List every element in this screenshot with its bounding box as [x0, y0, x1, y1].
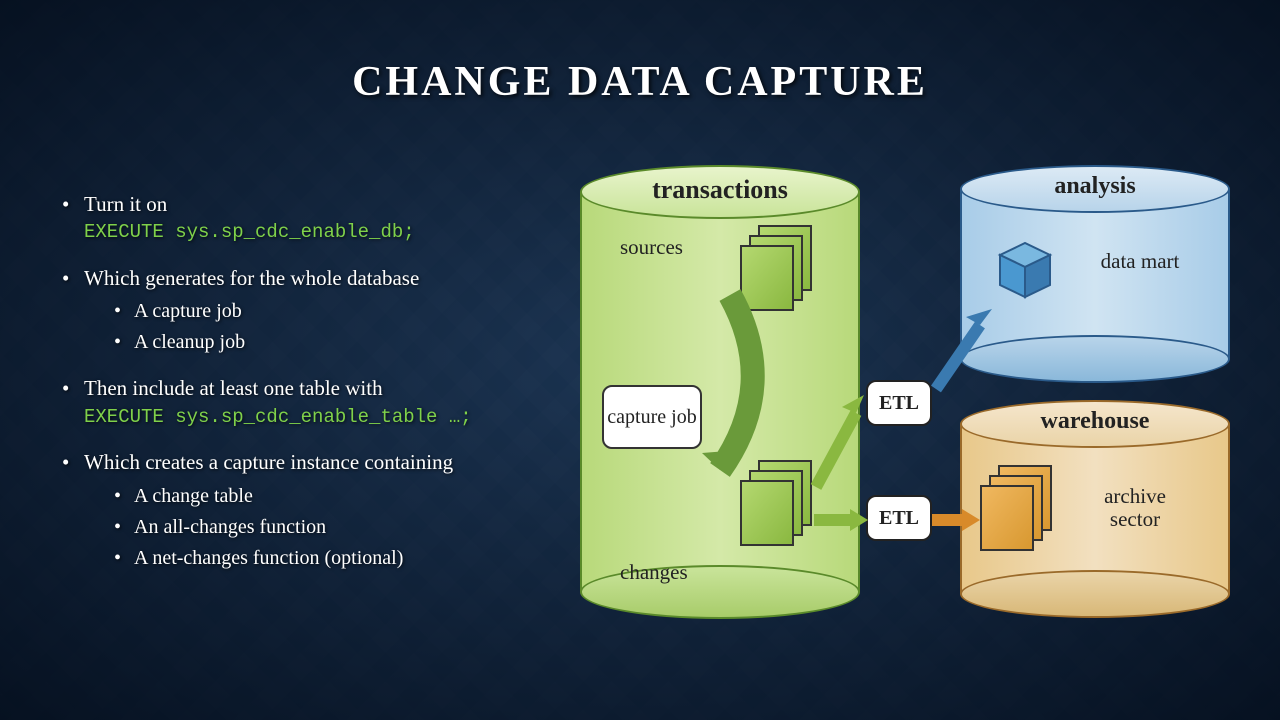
- bullet-2a: A capture job: [84, 298, 542, 325]
- bullet-4a: A change table: [84, 483, 542, 510]
- bullet-1: Turn it on EXECUTE sys.sp_cdc_enable_db;: [62, 190, 542, 246]
- label-warehouse: warehouse: [960, 408, 1230, 435]
- code-enable-table: EXECUTE sys.sp_cdc_enable_table …;: [84, 405, 542, 431]
- cube-data-mart-icon: [990, 235, 1060, 305]
- bullet-2b: A cleanup job: [84, 329, 542, 356]
- label-archive-sector: archive sector: [1090, 485, 1180, 531]
- bullet-2-text: Which generates for the whole database: [84, 266, 419, 290]
- code-enable-db: EXECUTE sys.sp_cdc_enable_db;: [84, 220, 542, 246]
- bullet-3: Then include at least one table with EXE…: [62, 374, 542, 430]
- arrow-changes-to-etl1-icon: [810, 393, 870, 493]
- bullet-4c: A net-changes function (optional): [84, 545, 542, 572]
- bullet-content: Turn it on EXECUTE sys.sp_cdc_enable_db;…: [62, 190, 542, 590]
- capture-job-box: capture job: [602, 385, 702, 449]
- bullet-4-text: Which creates a capture instance contain…: [84, 450, 453, 474]
- bullet-4: Which creates a capture instance contain…: [62, 448, 542, 571]
- label-transactions: transactions: [580, 175, 860, 205]
- slide-title: CHANGE DATA CAPTURE: [0, 0, 1280, 106]
- diagram: transactions analysis warehouse sources …: [570, 165, 1250, 665]
- bullet-3-text: Then include at least one table with: [84, 376, 383, 400]
- arrow-changes-to-etl2-icon: [814, 505, 870, 535]
- label-changes: changes: [620, 560, 688, 585]
- label-sources: sources: [620, 235, 683, 260]
- label-data-mart: data mart: [1100, 250, 1180, 273]
- arrow-etl-to-warehouse-icon: [932, 505, 982, 535]
- bullet-4b: An all-changes function: [84, 514, 542, 541]
- label-analysis: analysis: [960, 173, 1230, 200]
- etl-box-analysis: ETL: [866, 380, 932, 426]
- arrow-etl-to-analysis-icon: [930, 305, 1000, 395]
- bullet-1-text: Turn it on: [84, 192, 167, 216]
- etl-box-warehouse: ETL: [866, 495, 932, 541]
- bullet-2: Which generates for the whole database A…: [62, 264, 542, 356]
- stack-archive-icon: [980, 465, 1052, 553]
